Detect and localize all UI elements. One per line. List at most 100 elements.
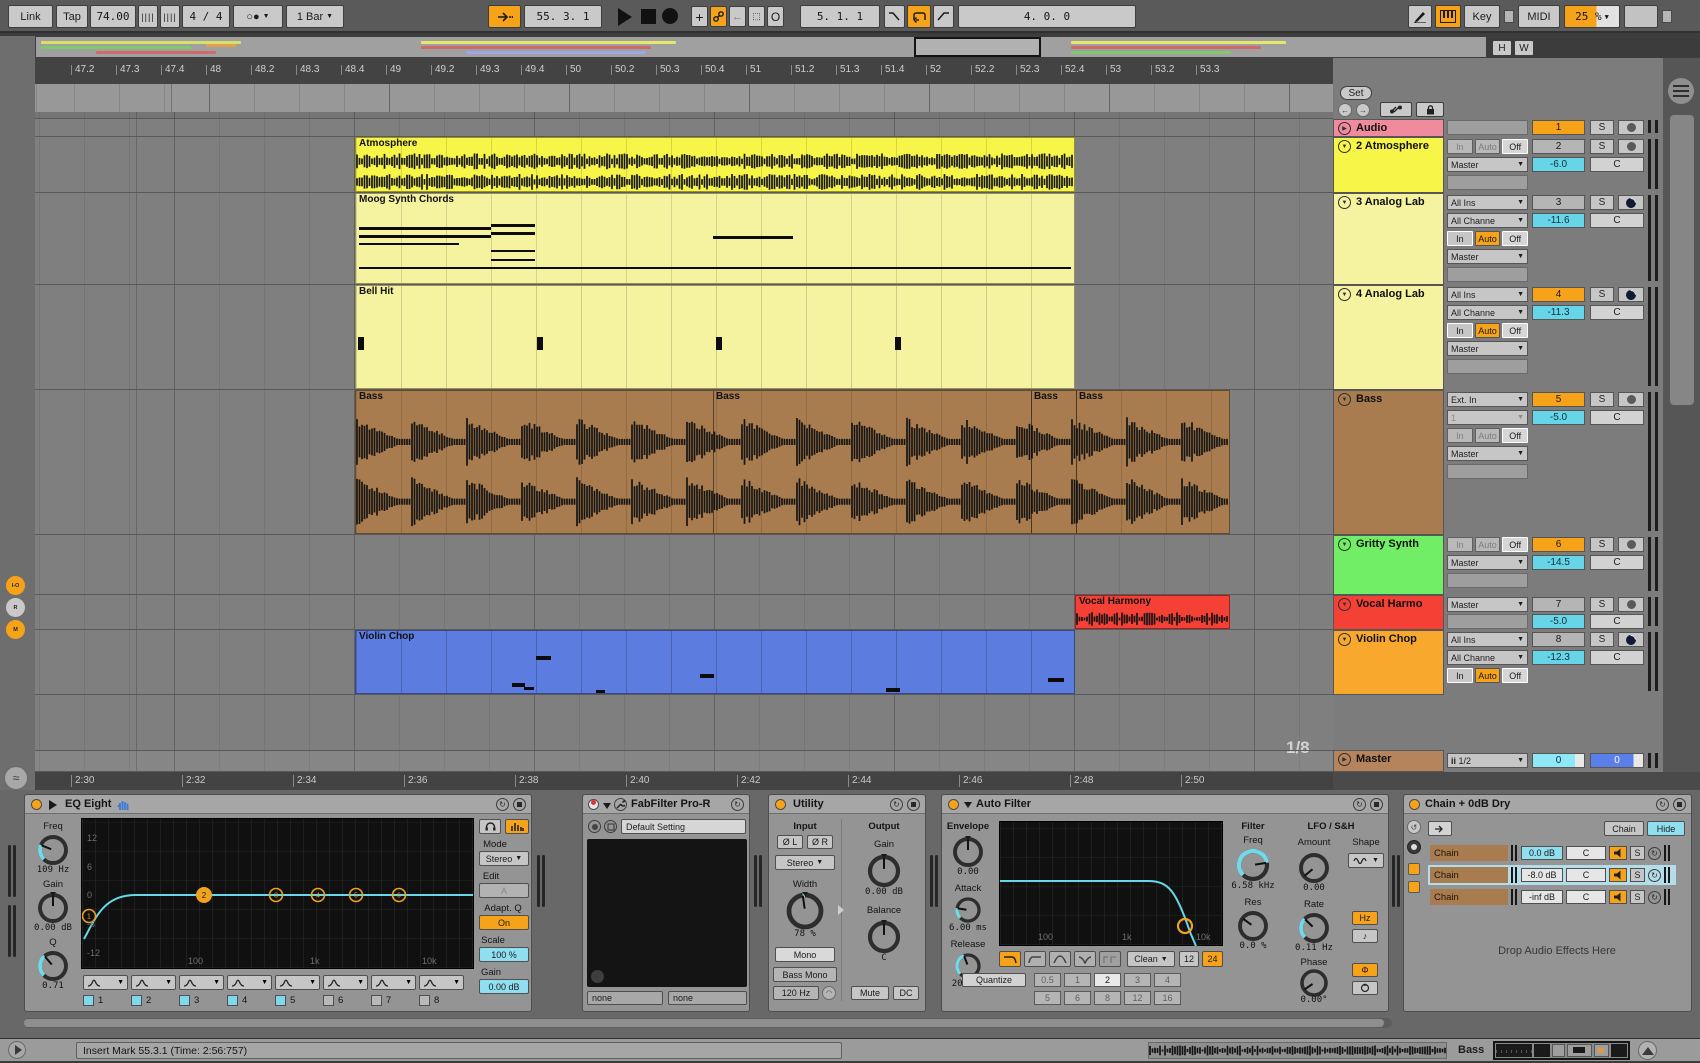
device-header[interactable]: EQ Eight ↻ xyxy=(25,795,531,814)
quantize-value-button[interactable]: 1 xyxy=(1064,973,1091,987)
circuit-select[interactable]: Clean▼ xyxy=(1127,951,1175,967)
clip-bass[interactable]: Bass Bass Bass Bass xyxy=(355,390,1230,534)
adapt-q-toggle[interactable]: On xyxy=(479,915,529,930)
track-lane-gritty-synth[interactable] xyxy=(35,535,1333,595)
volume-field[interactable]: -5.0 xyxy=(1532,410,1585,425)
input-channel[interactable]: All Channe▼ xyxy=(1447,305,1528,320)
pan-field[interactable]: C xyxy=(1590,157,1644,172)
eq-band[interactable]: ▼ 3 xyxy=(179,975,224,1008)
fold-icon[interactable] xyxy=(603,803,611,809)
chain-volume-field[interactable]: 0.0 dB xyxy=(1521,846,1563,860)
device-activator[interactable] xyxy=(775,799,786,810)
arm-button[interactable] xyxy=(1618,597,1644,612)
output-routing[interactable]: Master▼ xyxy=(1447,555,1528,570)
chain-solo-button[interactable]: S xyxy=(1630,868,1645,882)
arm-button[interactable] xyxy=(1618,537,1644,552)
clip-bell-hit[interactable]: Bell Hit xyxy=(355,285,1075,389)
track-lane-atmosphere[interactable]: Atmosphere xyxy=(35,137,1333,193)
monitor-switch[interactable]: InAutoOff xyxy=(1447,428,1528,443)
chain-pan-field[interactable]: C xyxy=(1566,868,1606,882)
band-filter-type-select[interactable]: ▼ xyxy=(227,975,272,990)
phase-left-button[interactable]: Ø L xyxy=(777,835,803,849)
eq-band[interactable]: ▼ 8 xyxy=(419,975,464,1008)
band-filter-type-select[interactable]: ▼ xyxy=(179,975,224,990)
show-io-button[interactable]: I-O xyxy=(6,576,25,595)
fold-icon[interactable]: ▼ xyxy=(1338,196,1351,209)
draw-mode-button[interactable]: ⬚ xyxy=(748,6,765,27)
back-to-arrangement-button[interactable]: ← xyxy=(729,6,746,27)
band-enable-checkbox[interactable] xyxy=(275,995,286,1006)
lock-envelopes-button[interactable] xyxy=(1416,102,1444,117)
track-number[interactable]: 3 xyxy=(1532,195,1585,210)
plugin-expand-icon[interactable] xyxy=(591,970,604,983)
master-track-lane[interactable] xyxy=(35,750,1333,772)
chain-activator[interactable] xyxy=(1609,890,1627,904)
midi-overdub-button[interactable] xyxy=(710,6,727,27)
input-channel[interactable]: All Channe▼ xyxy=(1447,213,1528,228)
mini-device-chain[interactable] xyxy=(1493,1041,1630,1060)
input-channel[interactable]: 1▼ xyxy=(1447,410,1528,425)
plugin-preset-field[interactable]: Default Setting xyxy=(621,819,746,834)
eq-band[interactable]: ▼ 6 xyxy=(323,975,368,1008)
track-number[interactable]: 6 xyxy=(1532,537,1585,552)
capture-midi-button[interactable]: + xyxy=(691,6,708,27)
save-preset-icon[interactable] xyxy=(1673,798,1686,811)
wrench-icon[interactable] xyxy=(614,798,627,811)
band-filter-type-select[interactable]: ▼ xyxy=(323,975,368,990)
time-signature-field[interactable]: 4 / 4 xyxy=(182,5,230,28)
quantize-value-button[interactable]: 2 xyxy=(1094,973,1121,987)
output-gain-field[interactable]: 0.00 dB xyxy=(479,979,529,994)
status-play-icon[interactable] xyxy=(8,1041,26,1059)
output-routing[interactable]: Master▼ xyxy=(1447,341,1528,356)
arrangement-overview[interactable] xyxy=(35,36,1487,58)
pan-field[interactable]: C xyxy=(1590,305,1644,320)
play-button[interactable] xyxy=(618,8,632,26)
hot-swap-icon[interactable]: ↻ xyxy=(731,798,744,811)
volume-field[interactable]: -6.0 xyxy=(1532,157,1585,172)
volume-field[interactable]: -12.3 xyxy=(1532,650,1585,665)
edit-ab-button[interactable]: A xyxy=(479,883,529,898)
track-header-analog4[interactable]: ▼4 Analog Lab xyxy=(1333,285,1444,390)
band-enable-checkbox[interactable] xyxy=(131,995,142,1006)
computer-midi-keyboard-button[interactable] xyxy=(1435,5,1461,28)
band-filter-type-select[interactable]: ▼ xyxy=(83,975,128,990)
arm-button[interactable] xyxy=(1618,392,1644,407)
eq-band[interactable]: ▼ 5 xyxy=(275,975,320,1008)
bass-mono-button[interactable]: Bass Mono xyxy=(773,967,837,982)
solo-button[interactable]: S xyxy=(1590,120,1614,135)
chain-name[interactable]: Chain xyxy=(1430,867,1508,883)
slope-12-button[interactable]: 12 xyxy=(1179,951,1199,967)
slope-24-button[interactable]: 24 xyxy=(1202,951,1223,967)
overview-zoom-width-button[interactable]: W xyxy=(1514,40,1534,56)
draw-pencil-button[interactable] xyxy=(1408,5,1432,28)
band-filter-type-select[interactable]: ▼ xyxy=(371,975,416,990)
quantize-value-button[interactable]: 4 xyxy=(1154,973,1181,987)
automation-arm-button[interactable]: O xyxy=(767,6,784,27)
spectrum-button[interactable] xyxy=(505,819,529,834)
monitor-switch[interactable]: InAutoOff xyxy=(1447,139,1528,154)
track-lane-bass[interactable]: Bass Bass Bass Bass xyxy=(35,390,1333,535)
pan-field[interactable]: C xyxy=(1590,614,1644,629)
band-enable-checkbox[interactable] xyxy=(419,995,430,1006)
cue-volume-field[interactable]: 0 xyxy=(1532,753,1585,768)
chain-hot-swap-icon[interactable]: ↻ xyxy=(1648,847,1661,860)
quantize-value-button[interactable]: 8 xyxy=(1094,991,1121,1005)
audition-button[interactable] xyxy=(479,819,501,834)
save-preset-icon[interactable] xyxy=(907,798,920,811)
track-header-violin-chop[interactable]: ▼Violin Chop xyxy=(1333,630,1444,695)
follow-button[interactable] xyxy=(488,5,521,28)
cpu-meter[interactable]: 25 %▼ xyxy=(1564,5,1620,28)
save-preset-icon[interactable] xyxy=(1370,798,1383,811)
track-header-master[interactable]: ▶Master xyxy=(1333,750,1444,772)
monitor-switch[interactable]: InAutoOff xyxy=(1447,231,1528,246)
highpass-type-button[interactable] xyxy=(1024,951,1046,967)
punch-out-button[interactable] xyxy=(933,5,954,28)
device-scrollbar-track[interactable] xyxy=(24,1018,1392,1028)
key-map-button[interactable]: Key xyxy=(1464,5,1500,28)
fold-icon[interactable]: ▼ xyxy=(1338,598,1351,611)
clip-view-selector[interactable] xyxy=(8,905,18,957)
device-view-selector[interactable] xyxy=(8,845,18,897)
solo-button[interactable]: S xyxy=(1590,392,1614,407)
scrub-area[interactable] xyxy=(35,84,1333,112)
bass-mono-freq-field[interactable]: 120 Hz xyxy=(773,986,819,1000)
